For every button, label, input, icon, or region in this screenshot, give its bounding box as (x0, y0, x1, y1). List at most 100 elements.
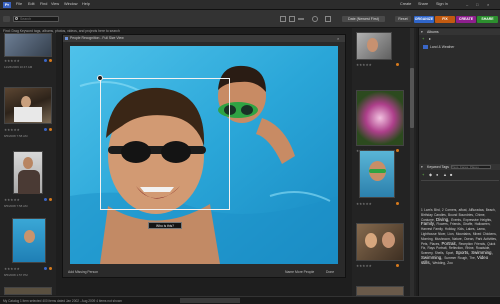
sort-select[interactable]: Date (Newest First) (342, 16, 385, 22)
tag-item[interactable]: Chime, (475, 213, 485, 217)
menu-share[interactable]: Share (418, 2, 428, 6)
tag-item[interactable]: Wedding, (432, 261, 447, 265)
tab-organize[interactable]: ORGANIZE (414, 16, 434, 23)
tag-item[interactable]: Kids, (457, 227, 465, 231)
plus-icon[interactable]: + (422, 37, 424, 41)
single-view-icon[interactable] (289, 16, 295, 22)
minimize-icon[interactable]: – (466, 2, 468, 7)
thumbnail[interactable] (13, 151, 43, 194)
tag-item[interactable]: Giraffe, (463, 222, 475, 226)
tag-item[interactable]: Mixed Chickens, (473, 232, 497, 236)
tag-item[interactable]: Sports, (456, 250, 472, 255)
face-selection-box[interactable] (100, 78, 230, 210)
thumbnail[interactable] (359, 150, 395, 198)
back-icon[interactable] (3, 16, 10, 22)
done-button[interactable]: Done (326, 270, 334, 274)
thumbnail[interactable] (356, 90, 404, 146)
remove-face-icon[interactable] (97, 75, 103, 81)
plus-icon[interactable]: + (422, 173, 424, 177)
add-missing-person-button[interactable]: Add Missing Person (68, 270, 98, 274)
album-item[interactable]: Land & Weather (430, 45, 454, 49)
tag-item[interactable]: Expressive Heights, (463, 218, 492, 222)
tag-item[interactable]: Beach, (486, 208, 496, 212)
tag-item[interactable]: Pets, (421, 242, 430, 246)
reset-button[interactable]: Reset (395, 16, 411, 22)
tag-item[interactable]: Holiday, (445, 227, 458, 231)
tag-item[interactable]: Reception Friends, (459, 242, 488, 246)
tag-item[interactable]: Park Activities, (476, 237, 497, 241)
zoom-slider[interactable] (298, 18, 304, 20)
tag-item[interactable]: Portrait, (442, 241, 459, 246)
tag-item[interactable]: Family, (421, 221, 437, 226)
tag-item[interactable]: Places, (430, 242, 442, 246)
menu-view[interactable]: View (51, 2, 59, 6)
tab-create[interactable]: CREATE (456, 16, 476, 23)
tag-item[interactable]: Diving, (436, 217, 451, 222)
tag-item[interactable]: 2 Corners, (442, 208, 459, 212)
collapse-arrow-icon[interactable]: ▾ (421, 30, 423, 34)
scrollbar-thumb[interactable] (410, 68, 414, 128)
face-name-field[interactable]: Who is this? (148, 222, 182, 229)
place-icon[interactable]: ▲ (443, 173, 447, 177)
tag-item[interactable]: Rays Portrait, (428, 246, 449, 250)
menu-file[interactable]: File (16, 2, 22, 6)
tag-item[interactable]: 1 Lam's Bird, (421, 208, 442, 212)
rating-stars[interactable]: ★★★★★ (356, 264, 372, 268)
name-more-people-button[interactable]: Name More People (285, 270, 314, 274)
tag-item[interactable]: Halloween, (475, 222, 491, 226)
scrollbar[interactable] (410, 28, 414, 296)
thumbnail[interactable] (356, 32, 392, 60)
arrow-icon[interactable]: ▸ (429, 37, 431, 41)
tag-item[interactable]: Sport, (446, 251, 456, 255)
thumbnail[interactable] (12, 218, 46, 263)
rating-stars[interactable]: ★★★★★ (4, 198, 20, 202)
rating-stars[interactable]: ★★★★★ (4, 128, 20, 132)
tag-item[interactable]: Flowers, (437, 222, 450, 226)
tag-item[interactable]: Bound Boundries, (448, 213, 475, 217)
search-input[interactable] (13, 16, 59, 22)
tag-item[interactable]: afloat, (459, 208, 469, 212)
timeline-icon[interactable] (312, 16, 318, 22)
tag-item[interactable]: The, (469, 256, 477, 260)
menu-find[interactable]: Find (40, 2, 47, 6)
rating-stars[interactable]: ★★★★★ (4, 267, 20, 271)
media-type-icon[interactable] (325, 16, 331, 22)
tag-item[interactable]: Harvest Family, (421, 227, 445, 231)
tag-item[interactable]: Lion, (448, 232, 456, 236)
rating-stars[interactable]: ★★★★★ (4, 59, 20, 63)
tag-search-input[interactable] (451, 165, 491, 169)
albums-header[interactable]: Albums (419, 29, 500, 35)
maximize-icon[interactable]: □ (476, 2, 478, 7)
thumbnail[interactable] (4, 87, 52, 124)
filmstrip[interactable] (180, 298, 240, 303)
tag-item[interactable]: Lakes, (466, 227, 477, 231)
tag-item[interactable]: Morning, (421, 237, 435, 241)
rating-stars[interactable]: ★★★★★ (356, 202, 372, 206)
tag-item[interactable]: Events, (451, 218, 463, 222)
thumbnail[interactable] (356, 286, 404, 296)
thumbnail[interactable] (356, 223, 404, 261)
tag-item[interactable]: Lighthouse Nicer, (421, 232, 448, 236)
collapse-arrow-icon[interactable]: ▾ (421, 165, 423, 169)
menu-sign-in[interactable]: Sign In (436, 2, 448, 6)
event-icon[interactable]: ■ (450, 173, 452, 177)
menu-help[interactable]: Help (82, 2, 90, 6)
tag-item[interactable]: Friends, (450, 222, 463, 226)
tag-item[interactable]: Mountains, (456, 232, 473, 236)
tag-icon[interactable]: ◆ (429, 173, 432, 177)
tab-share[interactable]: SHARE (477, 16, 498, 23)
menu-window[interactable]: Window (64, 2, 78, 6)
menu-edit[interactable]: Edit (28, 2, 35, 6)
menu-create[interactable]: Create (400, 2, 411, 6)
tag-item[interactable]: Zoo (447, 261, 453, 265)
tab-fix[interactable]: FIX (435, 16, 455, 23)
tag-item[interactable]: Lama, (477, 227, 486, 231)
thumbnail[interactable] (4, 287, 52, 295)
grid-view-icon[interactable] (280, 16, 286, 22)
dialog-close-icon[interactable]: × (337, 36, 339, 41)
people-icon[interactable]: ● (436, 173, 438, 177)
close-icon[interactable]: × (487, 2, 489, 7)
tag-item[interactable]: AlBuradaa, (469, 208, 486, 212)
tag-item[interactable]: Summer Rough, (444, 256, 469, 260)
thumbnail[interactable] (4, 33, 52, 57)
